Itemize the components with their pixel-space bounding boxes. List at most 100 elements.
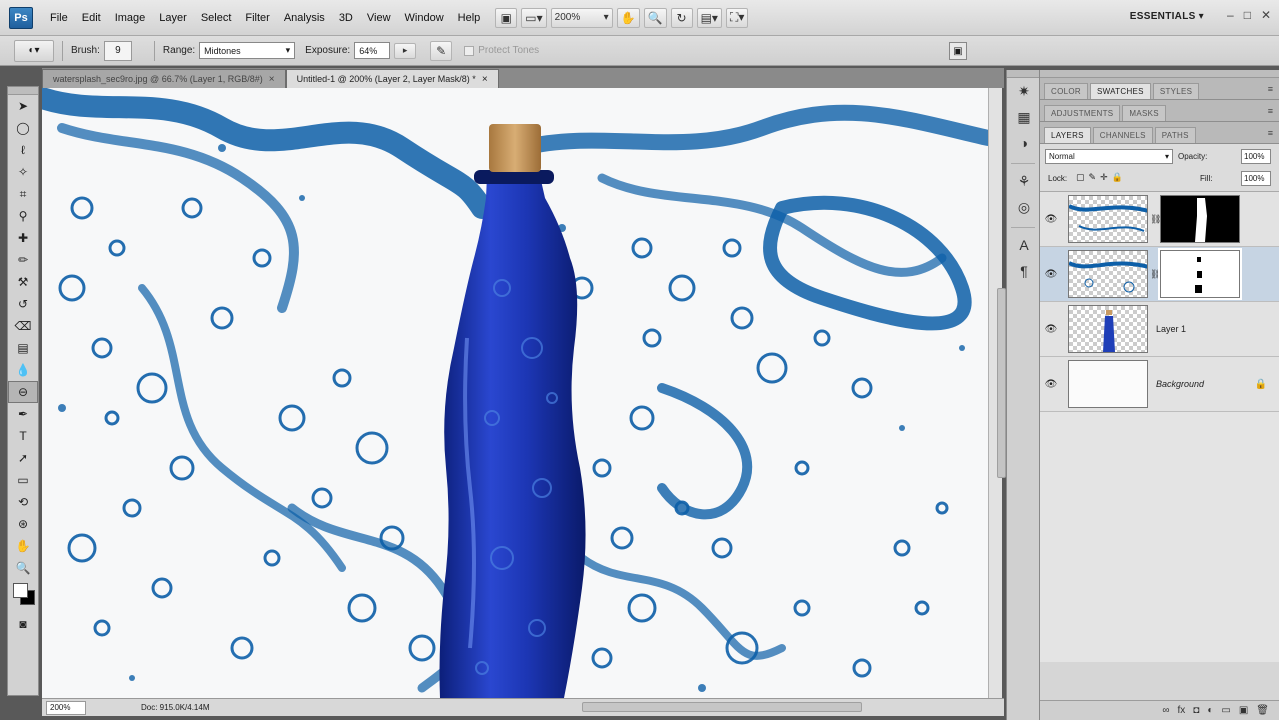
range-select[interactable]: Midtones ▾ xyxy=(199,42,296,59)
zoom-tool-icon[interactable]: 🔍 xyxy=(643,7,667,28)
airbrush-icon[interactable]: ✎ xyxy=(430,40,453,61)
close-button[interactable]: ✕ xyxy=(1261,8,1271,22)
arrange-documents-icon[interactable]: ▤▾ xyxy=(696,7,722,28)
menu-view[interactable]: View xyxy=(360,12,398,24)
lasso-tool-icon[interactable]: ℓ xyxy=(8,139,38,161)
exposure-slider-toggle[interactable]: ▸ xyxy=(394,42,417,59)
menu-edit[interactable]: Edit xyxy=(75,12,108,24)
eye-icon[interactable]: 👁 xyxy=(1040,269,1062,280)
zoom-tool-icon[interactable]: 🔍 xyxy=(8,557,38,579)
dodge-tool-icon[interactable]: ⊖ xyxy=(8,381,38,403)
layer-mask-thumbnail[interactable] xyxy=(1158,248,1242,300)
document-size-info[interactable]: Doc: 915.0K/4.14M xyxy=(141,703,209,712)
protect-tones-checkbox[interactable]: Protect Tones xyxy=(464,45,539,56)
panel-grip[interactable] xyxy=(1040,70,1279,78)
layer-row-1[interactable]: 👁 Layer 1 xyxy=(1040,302,1279,357)
layer-name[interactable]: Layer 1 xyxy=(1156,324,1186,334)
fill-input[interactable]: 100% xyxy=(1241,171,1271,186)
panel-menu-icon[interactable]: ≡ xyxy=(1268,128,1273,138)
document-tab-untitled-1[interactable]: Untitled-1 @ 200% (Layer 2, Layer Mask/8… xyxy=(285,69,499,88)
eye-icon[interactable]: 👁 xyxy=(1040,379,1062,390)
document-tab-watersplash[interactable]: watersplash_sec9ro.jpg @ 66.7% (Layer 1,… xyxy=(42,69,286,88)
new-layer-icon[interactable]: ▣ xyxy=(1239,705,1248,716)
3d-panel-icon[interactable]: ⚘ xyxy=(1007,168,1041,194)
menu-image[interactable]: Image xyxy=(108,12,153,24)
layer-style-icon[interactable]: fx xyxy=(1178,705,1186,716)
eye-icon[interactable]: 👁 xyxy=(1040,214,1062,225)
quick-select-tool-icon[interactable]: ✧ xyxy=(8,161,38,183)
panel-grip[interactable] xyxy=(8,87,38,95)
rotate-view-icon[interactable]: ↻ xyxy=(670,7,693,28)
brush-size-picker[interactable]: 9 xyxy=(103,40,132,61)
layer-name[interactable]: Background xyxy=(1156,379,1204,389)
horizontal-scrollbar-thumb[interactable] xyxy=(582,702,862,712)
history-brush-tool-icon[interactable]: ↺ xyxy=(8,293,38,315)
tab-adjustments[interactable]: ADJUSTMENTS xyxy=(1044,105,1121,121)
lock-all-icon[interactable]: 🔒 xyxy=(1112,172,1123,183)
menu-filter[interactable]: Filter xyxy=(238,12,276,24)
vertical-scrollbar[interactable] xyxy=(988,88,1006,698)
tab-paths[interactable]: PATHS xyxy=(1154,127,1196,143)
bridge-icon[interactable]: ▣ xyxy=(495,7,518,28)
brush-tool-icon[interactable]: ✏ xyxy=(8,249,38,271)
layer-thumbnail[interactable] xyxy=(1068,195,1148,243)
menu-file[interactable]: File xyxy=(43,12,75,24)
chain-icon[interactable]: ⛓ xyxy=(1150,214,1161,225)
crop-tool-icon[interactable]: ⌗ xyxy=(8,183,38,205)
tab-channels[interactable]: CHANNELS xyxy=(1092,127,1153,143)
layer-row-3[interactable]: 👁 ⛓ xyxy=(1040,192,1279,247)
hand-tool-icon[interactable]: ✋ xyxy=(616,7,640,28)
layer-thumbnail[interactable] xyxy=(1068,305,1148,353)
opacity-input[interactable]: 100% xyxy=(1241,149,1271,164)
panel-menu-icon[interactable]: ≡ xyxy=(1268,84,1273,94)
link-layers-icon[interactable]: ∞ xyxy=(1162,705,1169,716)
layer-thumbnail[interactable] xyxy=(1068,360,1148,408)
panel-grip[interactable] xyxy=(1007,70,1039,78)
chain-icon[interactable]: ⛓ xyxy=(1150,269,1161,280)
close-icon[interactable]: × xyxy=(482,74,488,85)
eyedropper-tool-icon[interactable]: ⚲ xyxy=(8,205,38,227)
tab-masks[interactable]: MASKS xyxy=(1122,105,1166,121)
shape-tool-icon[interactable]: ▭ xyxy=(8,469,38,491)
lock-position-icon[interactable]: ✛ xyxy=(1100,172,1108,183)
status-zoom-input[interactable]: 200% xyxy=(46,700,86,715)
character-panel-icon[interactable]: A xyxy=(1007,232,1041,258)
info-panel-icon[interactable]: ◑ xyxy=(1007,130,1041,156)
new-group-icon[interactable]: ▭ xyxy=(1221,705,1230,716)
scrollbar-thumb[interactable] xyxy=(997,288,1006,478)
delete-layer-icon[interactable]: 🗑 xyxy=(1256,705,1269,716)
clone-stamp-tool-icon[interactable]: ⚒ xyxy=(8,271,38,293)
minimize-button[interactable]: – xyxy=(1227,8,1234,22)
type-tool-icon[interactable]: T xyxy=(8,425,38,447)
histogram-panel-icon[interactable]: ▦ xyxy=(1007,104,1041,130)
eye-icon[interactable]: 👁 xyxy=(1040,324,1062,335)
marquee-tool-icon[interactable]: ◯ xyxy=(8,117,38,139)
menu-layer[interactable]: Layer xyxy=(152,12,194,24)
restore-button[interactable]: □ xyxy=(1244,8,1251,22)
tab-swatches[interactable]: SWATCHES xyxy=(1089,83,1151,99)
3d-rotate-tool-icon[interactable]: ⟲ xyxy=(8,491,38,513)
menu-analysis[interactable]: Analysis xyxy=(277,12,332,24)
menu-help[interactable]: Help xyxy=(451,12,488,24)
layer-mask-thumbnail[interactable] xyxy=(1160,195,1240,243)
zoom-level-select[interactable]: 200% ▾ xyxy=(550,7,613,28)
adjustment-layer-icon[interactable]: ◐ xyxy=(1207,705,1213,716)
healing-brush-tool-icon[interactable]: ✚ xyxy=(8,227,38,249)
eraser-tool-icon[interactable]: ⌫ xyxy=(8,315,38,337)
screen-mode-icon[interactable]: ⛶▾ xyxy=(725,7,749,28)
menu-3d[interactable]: 3D xyxy=(332,12,360,24)
view-extras-icon[interactable]: ▭▾ xyxy=(521,7,547,28)
path-selection-tool-icon[interactable]: ➚ xyxy=(8,447,38,469)
move-tool-icon[interactable]: ➤ xyxy=(8,95,38,117)
blur-tool-icon[interactable]: 💧 xyxy=(8,359,38,381)
gradient-tool-icon[interactable]: ▤ xyxy=(8,337,38,359)
add-mask-icon[interactable]: ◘ xyxy=(1193,705,1199,716)
tab-styles[interactable]: STYLES xyxy=(1152,83,1200,99)
workspace-switcher[interactable]: ESSENTIALS ▾ xyxy=(1130,11,1204,22)
lock-pixels-icon[interactable]: ✎ xyxy=(1089,172,1097,183)
quick-mask-icon[interactable]: ◙ xyxy=(8,613,38,635)
document-canvas[interactable] xyxy=(42,88,988,698)
pen-tool-icon[interactable]: ✒ xyxy=(8,403,38,425)
hand-tool-icon[interactable]: ✋ xyxy=(8,535,38,557)
exposure-input[interactable]: 64% xyxy=(354,42,391,59)
